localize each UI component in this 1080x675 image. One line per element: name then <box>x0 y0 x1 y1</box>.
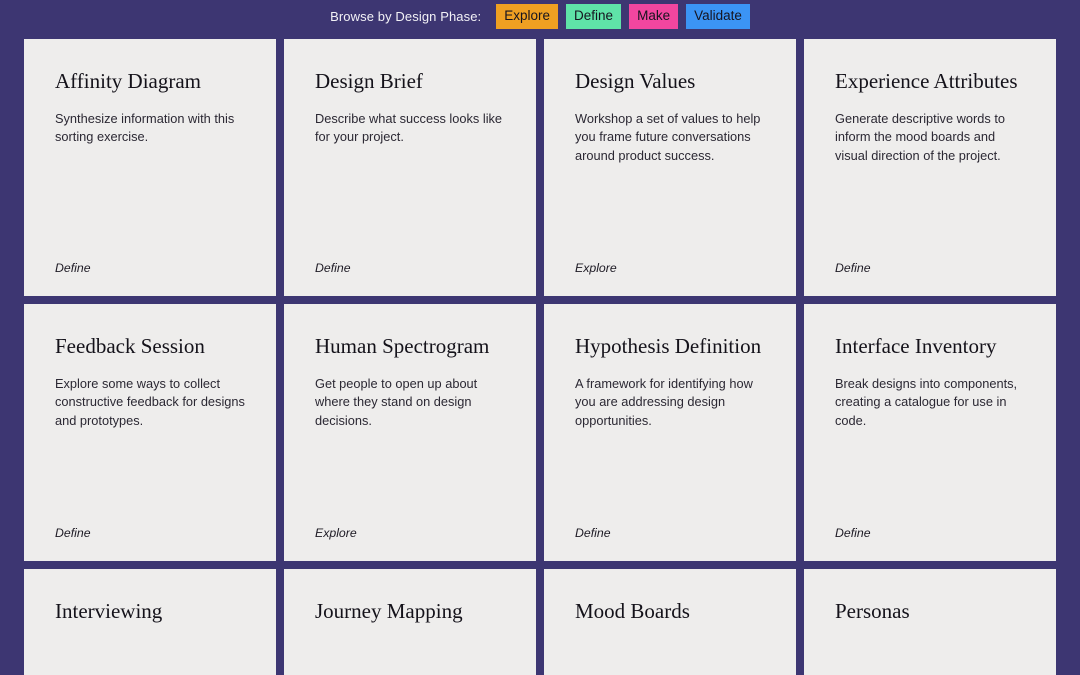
method-card-description: A framework for identifying how you are … <box>575 376 753 428</box>
method-card-phase-label: Define <box>55 525 91 540</box>
design-phase-filter-bar: Browse by Design Phase: Explore Define Mak… <box>0 0 1080 33</box>
method-card-description: Synthesize information with this sorting… <box>55 111 235 145</box>
method-card[interactable]: Experience Attributes Generate descriptiv… <box>804 39 1056 296</box>
method-card[interactable]: Feedback Session Explore some ways to col… <box>24 304 276 561</box>
method-card-phase-label: Define <box>55 260 91 275</box>
method-card-description: Workshop a set of values to help you fra… <box>575 111 761 163</box>
method-card-description: Get people to open up about where they s… <box>315 376 478 428</box>
method-card-description: Generate descriptive words to inform the… <box>835 111 1005 163</box>
method-card-description: Break designs into components, creating … <box>835 376 1018 428</box>
method-card[interactable]: Interviewing <box>24 569 276 675</box>
method-card-phase-label: Define <box>835 260 871 275</box>
method-card-description <box>835 640 1026 675</box>
method-card-title: Feedback Session <box>55 334 205 358</box>
method-card-description <box>55 640 246 675</box>
method-card-grid: Affinity Diagram Synthesize information w… <box>24 39 1056 675</box>
method-card[interactable]: Hypothesis Definition A framework for ide… <box>544 304 796 561</box>
method-card[interactable]: Journey Mapping <box>284 569 536 675</box>
method-card-title: Interviewing <box>55 599 163 623</box>
method-card[interactable]: Personas <box>804 569 1056 675</box>
phase-chip-define[interactable]: Define <box>566 4 622 29</box>
method-card-phase-label: Explore <box>315 525 357 540</box>
phase-chip-explore[interactable]: Explore <box>496 4 559 29</box>
method-card-title: Personas <box>835 599 910 623</box>
method-card-description <box>575 640 766 675</box>
method-card[interactable]: Affinity Diagram Synthesize information w… <box>24 39 276 296</box>
method-card-title: Journey Mapping <box>315 599 463 623</box>
method-card-phase-label: Define <box>575 525 611 540</box>
phase-chip-make[interactable]: Make <box>629 4 679 29</box>
method-card-title: Mood Boards <box>575 599 690 623</box>
method-card-description <box>315 640 506 675</box>
method-card-phase-label: Explore <box>575 260 617 275</box>
method-card-title: Hypothesis Definition <box>575 334 762 358</box>
method-card-title: Design Values <box>575 69 696 93</box>
method-card-phase-label: Define <box>315 260 351 275</box>
method-card-title: Affinity Diagram <box>55 69 201 93</box>
phase-chip-validate[interactable]: Validate <box>686 4 750 29</box>
method-card-title: Human Spectrogram <box>315 334 490 358</box>
method-card-title: Interface Inventory <box>835 334 997 358</box>
method-card[interactable]: Design Brief Describe what success looks … <box>284 39 536 296</box>
method-card[interactable]: Mood Boards <box>544 569 796 675</box>
method-card-description: Explore some ways to collect constructiv… <box>55 376 245 428</box>
method-card-description: Describe what success looks like for you… <box>315 111 503 145</box>
method-card[interactable]: Interface Inventory Break designs into co… <box>804 304 1056 561</box>
phase-filter-label: Browse by Design Phase: <box>330 9 482 24</box>
method-card-phase-label: Define <box>835 525 871 540</box>
method-card-title: Design Brief <box>315 69 423 93</box>
method-card[interactable]: Human Spectrogram Get people to open up a… <box>284 304 536 561</box>
method-card-title: Experience Attributes <box>835 69 1018 93</box>
method-card[interactable]: Design Values Workshop a set of values to… <box>544 39 796 296</box>
